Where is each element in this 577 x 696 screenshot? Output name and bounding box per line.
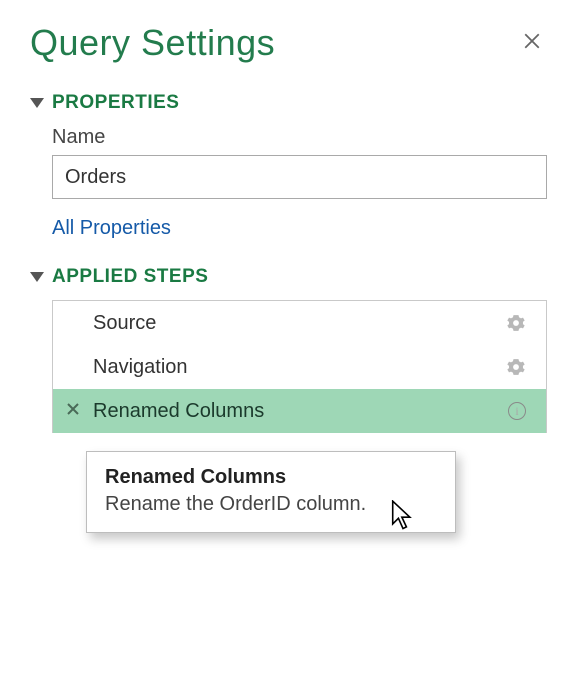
step-item[interactable]: Navigation [53,345,546,389]
step-item[interactable]: Source [53,301,546,345]
step-label: Renamed Columns [85,400,508,423]
gear-icon[interactable] [506,313,526,333]
panel-header: Query Settings [30,22,547,64]
step-label: Navigation [85,356,506,379]
tooltip-title: Renamed Columns [105,466,437,489]
applied-steps-heading: APPLIED STEPS [52,266,208,288]
applied-steps-section: APPLIED STEPS Source Navigation Renamed Co… [30,266,547,433]
step-tooltip: Renamed Columns Rename the OrderID colum… [86,451,456,533]
step-label: Source [85,312,506,335]
info-icon[interactable]: i [508,402,526,420]
properties-heading: PROPERTIES [52,92,179,114]
panel-title: Query Settings [30,22,275,64]
collapse-icon[interactable] [30,272,44,282]
all-properties-link[interactable]: All Properties [52,217,171,240]
delete-step-icon[interactable] [67,402,85,420]
close-icon[interactable] [517,26,547,60]
name-label: Name [52,126,547,149]
step-item[interactable]: Renamed Columnsi [53,389,546,433]
name-input[interactable] [52,155,547,199]
steps-list: Source Navigation Renamed Columnsi Renamed… [52,300,547,433]
gear-icon[interactable] [506,357,526,377]
collapse-icon[interactable] [30,98,44,108]
properties-section: PROPERTIES Name All Properties [30,92,547,240]
tooltip-body: Rename the OrderID column. [105,493,437,516]
